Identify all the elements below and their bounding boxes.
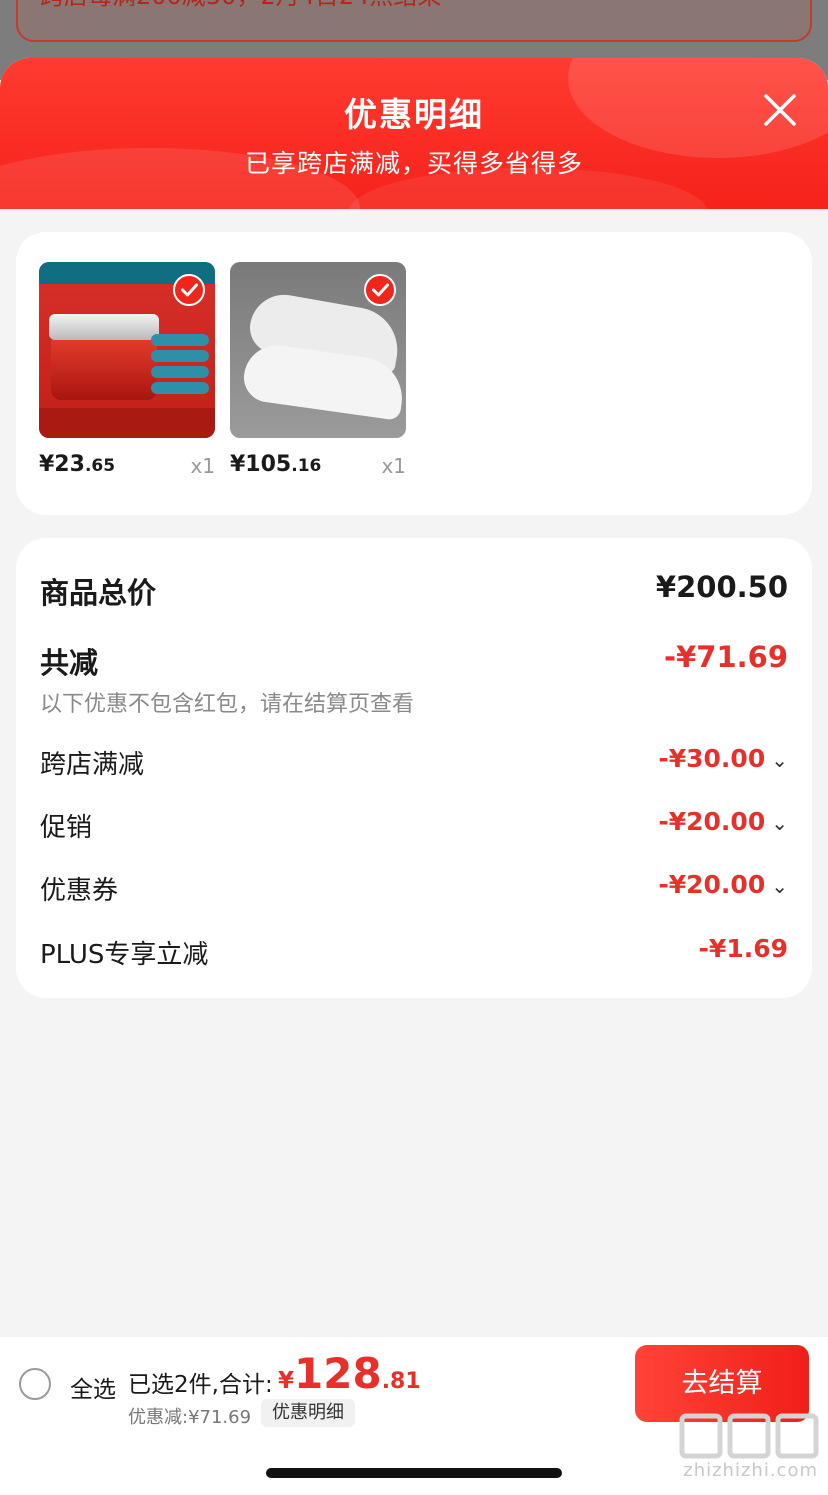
chevron-down-icon: ⌄ bbox=[771, 748, 788, 772]
discount-value: -¥1.69 bbox=[698, 934, 788, 963]
checkout-button[interactable]: 去结算 bbox=[635, 1345, 809, 1422]
total-reduce-value: -¥71.69 bbox=[664, 640, 788, 674]
product-quantity: x1 bbox=[190, 454, 215, 478]
product-item[interactable]: ¥105.16 x1 bbox=[230, 262, 406, 478]
discount-label: 跨店满减 bbox=[40, 750, 145, 780]
home-indicator bbox=[266, 1468, 562, 1478]
discount-label: PLUS专享立减 bbox=[40, 940, 209, 970]
total-reduce-label: 共减 bbox=[40, 646, 99, 680]
promo-banner: 跨店每满200减30，2月4日24点结束 ✕ bbox=[16, 0, 812, 42]
discount-value: -¥30.00 ⌄ bbox=[658, 744, 788, 773]
promo-close-icon: ✕ bbox=[774, 0, 796, 2]
product-price: ¥23.65 bbox=[39, 452, 116, 477]
product-quantity: x1 bbox=[381, 454, 406, 478]
product-price: ¥105.16 bbox=[230, 452, 322, 477]
watermark-text: zhizhizhi.com bbox=[683, 1460, 818, 1481]
select-all-radio[interactable] bbox=[19, 1368, 51, 1400]
sheet-title: 优惠明细 bbox=[344, 95, 484, 134]
discount-value: -¥20.00 ⌄ bbox=[658, 807, 788, 836]
promo-banner-text: 跨店每满200减30，2月4日24点结束 bbox=[40, 0, 441, 11]
product-image-face-cream[interactable] bbox=[39, 262, 215, 438]
products-card: ¥23.65 x1 ¥105.16 x1 bbox=[16, 232, 812, 515]
checked-icon[interactable] bbox=[173, 274, 205, 306]
discount-detail-button[interactable]: 优惠明细 bbox=[261, 1399, 355, 1427]
product-image-sneakers[interactable] bbox=[230, 262, 406, 438]
total-price-value: ¥200.50 bbox=[655, 570, 788, 604]
discount-detail-sheet: 优惠明细 已享跨店满减，买得多省得多 ¥23.65 x1 ¥105.16 x1 … bbox=[0, 58, 828, 1495]
discount-note: 以下优惠不包含红包，请在结算页查看 bbox=[40, 692, 415, 717]
chevron-down-icon: ⌄ bbox=[771, 874, 788, 898]
sheet-header: 优惠明细 已享跨店满减，买得多省得多 bbox=[0, 58, 828, 209]
discount-label: 优惠券 bbox=[40, 876, 119, 906]
discount-label: 促销 bbox=[40, 813, 93, 843]
price-summary-card: 商品总价 ¥200.50 共减 -¥71.69 以下优惠不包含红包，请在结算页查… bbox=[16, 538, 812, 998]
cart-total: ¥128.81 bbox=[278, 1349, 421, 1398]
select-all-label[interactable]: 全选 bbox=[70, 1370, 116, 1404]
watermark-logo bbox=[679, 1413, 819, 1459]
close-icon[interactable] bbox=[762, 92, 798, 128]
checked-icon[interactable] bbox=[364, 274, 396, 306]
discount-amount: 优惠减:¥71.69 bbox=[128, 1407, 252, 1428]
discount-value: -¥20.00 ⌄ bbox=[658, 870, 788, 899]
product-item[interactable]: ¥23.65 x1 bbox=[39, 262, 215, 478]
sheet-subtitle: 已享跨店满减，买得多省得多 bbox=[244, 149, 583, 178]
selected-count: 已选2件,合计: bbox=[128, 1372, 273, 1398]
total-price-label: 商品总价 bbox=[40, 576, 157, 610]
chevron-down-icon: ⌄ bbox=[771, 811, 788, 835]
